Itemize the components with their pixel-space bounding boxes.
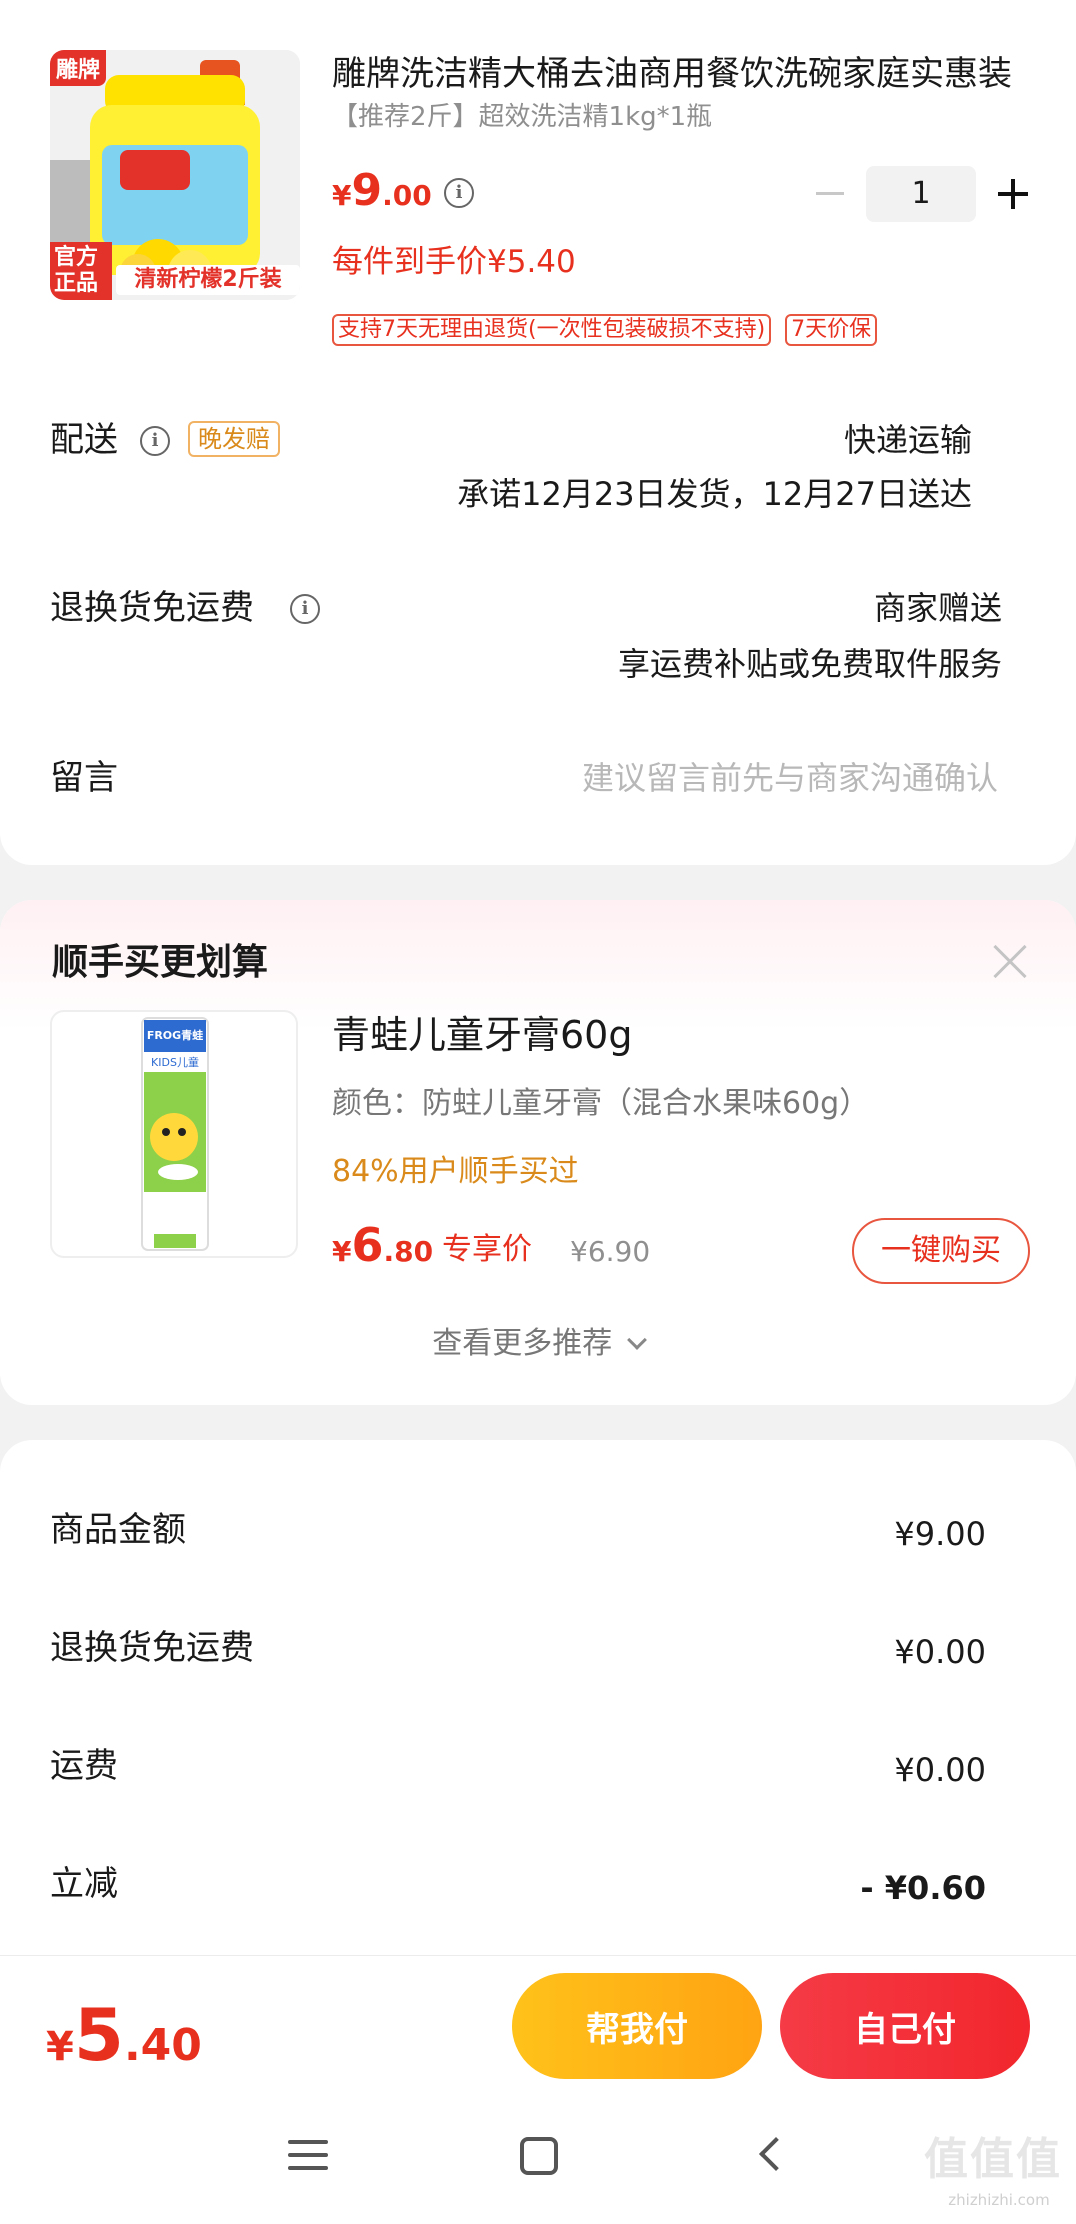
quantity-stepper: 1 xyxy=(810,166,1030,222)
watermark-text: 值值值 xyxy=(924,2134,1062,2185)
delivery-label: 配送 xyxy=(50,420,118,460)
summary-value: ¥0.00 xyxy=(894,1633,986,1671)
summary-value: ¥9.00 xyxy=(894,1515,986,1553)
help-pay-button[interactable]: 帮我付 xyxy=(512,1973,762,2079)
recommend-title: 顺手买更划算 xyxy=(52,942,269,983)
nav-back-icon[interactable] xyxy=(759,2137,793,2171)
total-price-symbol: ¥ xyxy=(46,2024,74,2070)
price-int: 9 xyxy=(351,165,383,216)
order-card: 雕牌 官方正品 清新柠檬2斤装 雕牌洗洁精大桶去油商用餐饮洗碗家庭实惠装 【推荐… xyxy=(0,0,1076,865)
discount-value: - ¥0.60 xyxy=(860,1869,986,1907)
self-pay-button[interactable]: 自己付 xyxy=(780,1973,1030,2079)
recommend-bought-text: 84%用户顺手买过 xyxy=(332,1154,579,1189)
summary-label: 立减 xyxy=(50,1864,118,1904)
delivery-promise: 承诺12月23日发货，12月27日送达 xyxy=(457,475,972,513)
summary-label: 商品金额 xyxy=(50,1510,186,1550)
return-freight-info-icon[interactable]: i xyxy=(290,594,320,624)
minus-icon[interactable] xyxy=(816,192,844,195)
product-image[interactable]: 雕牌 官方正品 清新柠檬2斤装 xyxy=(50,50,300,300)
recommend-price-dec: .80 xyxy=(383,1235,434,1268)
one-click-buy-button[interactable]: 一键购买 xyxy=(852,1218,1030,1284)
close-icon[interactable] xyxy=(992,944,1028,980)
order-summary-card: 商品金额 ¥9.00 退换货免运费 ¥0.00 运费 ¥0.00 立减 - ¥0… xyxy=(0,1440,1076,1975)
image-badge-top: 雕牌 xyxy=(50,50,107,86)
package-brand-text: FROG青蛙 xyxy=(146,1029,204,1042)
exclusive-price-label: 专享价 xyxy=(442,1232,532,1267)
quantity-input[interactable]: 1 xyxy=(866,166,976,222)
summary-label: 运费 xyxy=(50,1746,118,1786)
return-freight-label: 退换货免运费 xyxy=(50,588,254,628)
recommend-product-name[interactable]: 青蛙儿童牙膏60g xyxy=(332,1010,632,1060)
product-title[interactable]: 雕牌洗洁精大桶去油商用餐饮洗碗家庭实惠装 xyxy=(332,52,1022,96)
toothpaste-illustration xyxy=(141,1017,209,1251)
product-price: ¥9.00 xyxy=(332,168,432,223)
recommend-product-image[interactable]: FROG青蛙 KIDS儿童 xyxy=(50,1010,298,1258)
recommend-product-spec: 颜色：防蛀儿童牙膏（混合水果味60g） xyxy=(332,1086,870,1121)
more-recommend-link[interactable]: 查看更多推荐 xyxy=(0,1324,1076,1364)
image-badge-bottom-left: 官方正品 xyxy=(50,242,112,300)
chevron-down-icon xyxy=(626,1330,647,1350)
nav-menu-icon[interactable] xyxy=(288,2138,328,2172)
price-dec: .00 xyxy=(382,179,432,212)
more-recommend-label: 查看更多推荐 xyxy=(432,1326,613,1361)
recommend-card: 顺手买更划算 FROG青蛙 KIDS儿童 青蛙儿童牙膏60g 颜色：防蛀儿童牙膏… xyxy=(0,900,1076,1405)
service-tag: 7天价保 xyxy=(785,314,878,346)
recommend-price: ¥6.80 xyxy=(332,1220,433,1281)
nav-home-icon[interactable] xyxy=(520,2137,558,2175)
service-tag: 支持7天无理由退货(一次性包装破损不支持) xyxy=(332,314,772,346)
watermark-url: zhizhizhi.com xyxy=(948,2191,1050,2209)
recommend-price-symbol: ¥ xyxy=(332,1235,352,1268)
total-price-int: 5 xyxy=(73,1993,124,2077)
original-price: ¥6.90 xyxy=(570,1235,651,1268)
package-kids-text: KIDS儿童 xyxy=(151,1056,199,1069)
late-delivery-badge[interactable]: 晚发赔 xyxy=(188,421,280,457)
unit-final-price: 每件到手价¥5.40 xyxy=(332,244,576,280)
checkout-bar: ¥5.40 帮我付 自己付 值值值 zhizhizhi.com xyxy=(0,1955,1076,2224)
message-input[interactable]: 建议留言前先与商家沟通确认 xyxy=(582,756,998,800)
recommend-price-int: 6 xyxy=(351,1218,384,1272)
delivery-method[interactable]: 快递运输 xyxy=(844,418,972,462)
service-tags: 支持7天无理由退货(一次性包装破损不支持) 7天价保 xyxy=(332,314,878,346)
image-badge-bottom-right: 清新柠檬2斤装 xyxy=(116,265,300,295)
price-info-icon[interactable]: i xyxy=(444,178,474,208)
footer-divider xyxy=(0,1955,1076,1956)
summary-label: 退换货免运费 xyxy=(50,1628,254,1668)
plus-icon[interactable] xyxy=(998,179,1028,209)
delivery-info-icon[interactable]: i xyxy=(140,426,170,456)
summary-value: ¥0.00 xyxy=(894,1751,986,1789)
message-label: 留言 xyxy=(50,758,118,798)
product-spec[interactable]: 【推荐2斤】超效洗洁精1kg*1瓶 xyxy=(332,100,1012,134)
price-symbol: ¥ xyxy=(332,179,352,212)
return-freight-value: 商家赠送 xyxy=(873,589,1002,627)
return-freight-desc: 享运费补贴或免费取件服务 xyxy=(617,645,1002,683)
total-price-dec: .40 xyxy=(123,2020,202,2071)
total-price: ¥5.40 xyxy=(46,1995,202,2095)
